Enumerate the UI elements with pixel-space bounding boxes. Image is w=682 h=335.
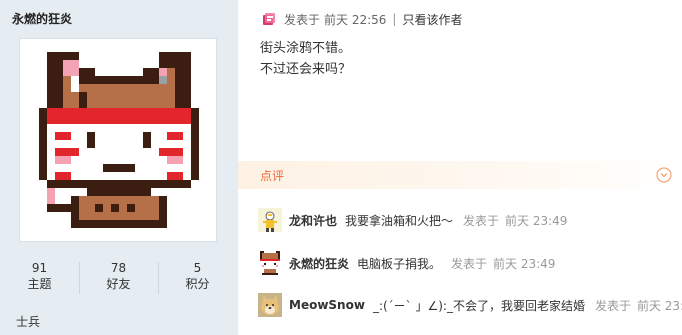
pixel-cat-avatar-icon <box>39 52 199 228</box>
shiba-dog-avatar-icon[interactable] <box>258 293 282 317</box>
post-meta: 发表于 前天 22:56 | 只看该作者 <box>262 10 462 28</box>
stat-value: 5 <box>193 261 202 275</box>
profile-username[interactable]: 永燃的狂炎 <box>12 10 72 27</box>
dianping-header: 点评 <box>238 161 682 189</box>
comment-author[interactable]: 龙和许也 <box>289 212 337 229</box>
pixel-cat-avatar-icon[interactable] <box>258 251 282 275</box>
comment-text: 我要拿油箱和火把～ <box>345 213 454 228</box>
comment-time: 发表于 前天 23:49 <box>463 212 567 229</box>
only-author-link[interactable]: 只看该作者 <box>402 11 462 28</box>
stat-friends[interactable]: 78 好友 <box>79 260 158 296</box>
comment-time: 发表于 前天 23:49 <box>451 255 555 272</box>
comment-author[interactable]: 永燃的狂炎 <box>289 255 349 272</box>
stat-value: 91 <box>31 261 48 275</box>
stat-label: 积分 <box>185 277 210 291</box>
comment-row: 永燃的狂炎 电脑板子捐我。 发表于 前天 23:49 <box>258 250 555 276</box>
comment-text: _:(´ㄧ` 」∠):_不会了，我要回老家结婚 <box>372 298 585 313</box>
comment-row: MeowSnow _:(´ㄧ` 」∠):_不会了，我要回老家结婚 发表于 前天 2… <box>258 292 682 318</box>
cartoon-figure-avatar-icon[interactable] <box>258 208 282 232</box>
stat-points[interactable]: 5 积分 <box>158 260 237 296</box>
stat-label: 主题 <box>27 277 52 291</box>
comment-time-prefix: 发表于 <box>451 256 488 271</box>
post-line: 街头涂鸦不错。 <box>260 41 352 56</box>
post-line: 不过还会来吗？ <box>260 62 352 77</box>
profile-avatar[interactable] <box>19 38 217 242</box>
meta-separator: | <box>392 12 397 26</box>
dianping-label: 点评 <box>260 169 285 183</box>
post-content: 发表于 前天 22:56 | 只看该作者 街头涂鸦不错。 不过还会来吗？ 点评 … <box>238 0 682 335</box>
comment-time: 发表于前天 23:46 <box>595 297 682 314</box>
comment-time-prefix: 发表于 <box>463 213 500 228</box>
posted-time: 前天 22:56 <box>324 12 387 27</box>
posted-prefix: 发表于 <box>284 12 321 27</box>
profile-stats: 91 主题 78 好友 5 积分 <box>0 260 238 296</box>
profile-sidebar: 永燃的狂炎 91 主题 78 好友 5 积分 士兵 <box>0 0 238 335</box>
online-status-icon <box>263 13 275 25</box>
comment-time-value: 前天 23:46 <box>636 298 682 313</box>
stat-topics[interactable]: 91 主题 <box>0 260 79 296</box>
comment-row: 龙和许也 我要拿油箱和火把～ 发表于 前天 23:49 <box>258 207 567 233</box>
collapse-arrow-icon[interactable] <box>656 167 672 183</box>
comment-time-prefix: 发表于 <box>594 298 631 313</box>
stat-value: 78 <box>110 261 127 275</box>
post-body: 街头涂鸦不错。 不过还会来吗？ <box>260 38 351 80</box>
stat-label: 好友 <box>106 277 131 291</box>
user-rank: 士兵 <box>16 315 41 329</box>
comment-text: 电脑板子捐我。 <box>357 256 442 271</box>
comment-time-value: 前天 23:49 <box>505 213 568 228</box>
comment-author[interactable]: MeowSnow <box>289 298 365 312</box>
comment-time-value: 前天 23:49 <box>493 256 556 271</box>
